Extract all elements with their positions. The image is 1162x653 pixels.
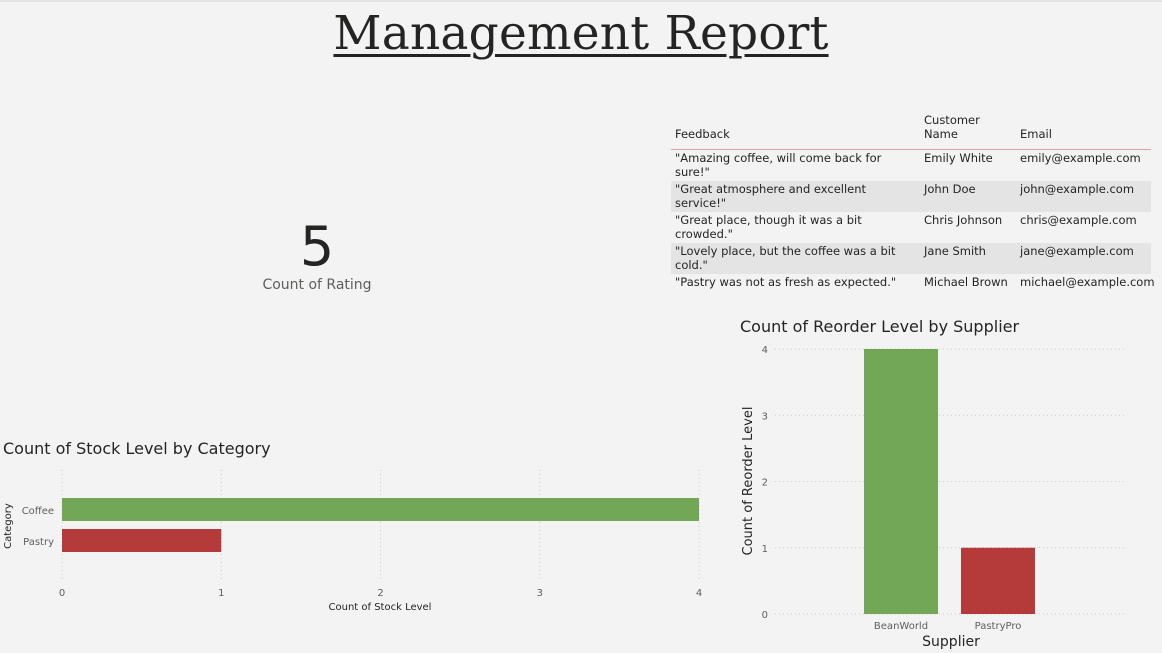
stock-chart-title: Count of Stock Level by Category — [3, 439, 271, 458]
column-header-customer-name[interactable]: Customer Name — [920, 110, 1016, 150]
feedback-cell: "Great place, though it was a bit crowde… — [675, 213, 862, 241]
customer-name-cell: Jane Smith — [924, 244, 986, 258]
bar-coffee — [62, 498, 699, 521]
table-header-row: Feedback Customer Name Email — [671, 110, 1151, 150]
y-tick-label: 2 — [762, 478, 768, 489]
email-cell: michael@example.com — [1020, 275, 1155, 289]
customer-name-cell: John Doe — [924, 182, 976, 196]
y-tick-label: 1 — [762, 544, 768, 555]
rating-count-value: 5 — [299, 215, 335, 278]
bar-pastrypro — [961, 547, 1035, 614]
y-axis-title: Count of Reorder Level — [741, 407, 756, 556]
email-cell: emily@example.com — [1020, 151, 1141, 165]
stock-level-bar-chart: 0 1 2 3 4 Coffee Pastry Count of Stock Level Cat… — [3, 470, 702, 613]
email-cell: john@example.com — [1020, 182, 1135, 196]
bar-pastry — [62, 529, 222, 552]
x-tick-label: 0 — [59, 588, 65, 599]
page-title: Management Report — [333, 6, 829, 61]
rating-count-label: Count of Rating — [262, 277, 372, 293]
feedback-cell: "Lovely place, but the coffee was a bit … — [675, 244, 896, 272]
customer-name-cell: Emily White — [924, 151, 993, 165]
table-row: "Lovely place, but the coffee was a bit … — [671, 243, 1151, 274]
feedback-cell: "Amazing coffee, will come back for sure… — [675, 151, 882, 179]
x-tick-label: 3 — [537, 588, 543, 599]
feedback-cell: "Pastry was not as fresh as expected." — [675, 275, 897, 289]
bar-beanworld — [864, 349, 938, 614]
y-axis-title: Category — [3, 503, 14, 549]
table-row: "Pastry was not as fresh as expected." M… — [671, 274, 1155, 291]
x-tick-label: 4 — [696, 588, 702, 599]
reorder-level-bar-chart: 0 1 2 3 4 BeanWorld PastryPro Supplier Count of … — [741, 345, 1125, 650]
x-axis-title: Supplier — [922, 634, 980, 650]
table-row: "Great atmosphere and excellent service!… — [671, 181, 1151, 212]
feedback-cell: "Great atmosphere and excellent service!… — [675, 182, 867, 210]
x-tick-label: 1 — [218, 588, 224, 599]
top-border — [0, 0, 1162, 2]
reorder-chart-title: Count of Reorder Level by Supplier — [740, 317, 1020, 336]
email-cell: chris@example.com — [1020, 213, 1137, 227]
category-label: Coffee — [22, 506, 54, 517]
x-tick-label: 2 — [377, 588, 383, 599]
customer-name-cell: Michael Brown — [924, 275, 1008, 289]
y-tick-label: 0 — [762, 610, 768, 621]
email-cell: jane@example.com — [1020, 244, 1134, 258]
y-tick-label: 4 — [762, 345, 768, 356]
x-axis-title: Count of Stock Level — [329, 602, 432, 613]
column-header-feedback[interactable]: Feedback — [671, 110, 920, 150]
customer-name-cell: Chris Johnson — [924, 213, 1003, 227]
column-header-email[interactable]: Email — [1016, 110, 1151, 150]
table-row: "Great place, though it was a bit crowde… — [671, 212, 1151, 243]
category-label: Pastry — [23, 537, 54, 548]
supplier-label: PastryPro — [975, 621, 1022, 632]
feedback-table: Feedback Customer Name Email "Amazing co… — [671, 110, 1155, 291]
supplier-label: BeanWorld — [874, 621, 928, 632]
y-tick-label: 3 — [762, 411, 768, 422]
table-row: "Amazing coffee, will come back for sure… — [671, 150, 1151, 182]
